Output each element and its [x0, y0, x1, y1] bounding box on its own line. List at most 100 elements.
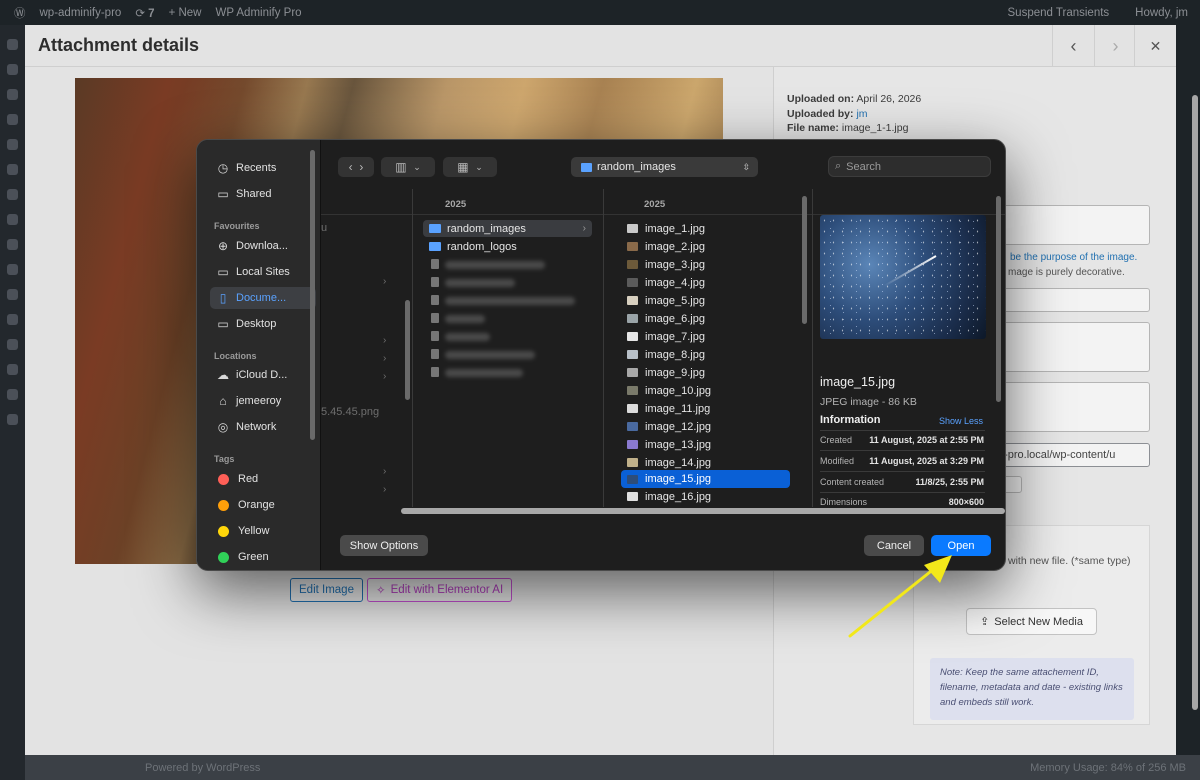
previous-attachment-button[interactable]: ‹: [1052, 25, 1094, 67]
alt-text-help-text: mage is purely decorative.: [1008, 267, 1125, 278]
suspend-transients-link[interactable]: Suspend Transients: [1008, 7, 1110, 19]
file-row[interactable]: image_1.jpg: [621, 220, 705, 237]
sidebar-item-downloads[interactable]: ⊕ Downloa...: [210, 235, 316, 257]
tag-yellow[interactable]: Yellow: [210, 520, 316, 542]
folder-icon: [429, 242, 441, 251]
image-thumbnail-icon: [627, 458, 638, 467]
file-row-selected[interactable]: image_15.jpg: [621, 470, 790, 488]
edit-image-button[interactable]: Edit Image: [290, 578, 363, 602]
plugin-menu-link[interactable]: WP Adminify Pro: [216, 7, 302, 19]
menu-icon[interactable]: [7, 214, 18, 225]
menu-icon[interactable]: [7, 389, 18, 400]
menu-icon[interactable]: [7, 64, 18, 75]
file-row[interactable]: image_13.jpg: [621, 436, 711, 453]
site-name-link[interactable]: wp-adminify-pro: [40, 7, 122, 19]
file-row[interactable]: image_5.jpg: [621, 292, 705, 309]
next-attachment-button[interactable]: ›: [1094, 25, 1136, 67]
open-button[interactable]: Open: [931, 535, 991, 556]
sidebar-item-documents[interactable]: ▯ Docume...: [210, 287, 316, 309]
chevron-down-icon: ⌄: [475, 161, 483, 172]
file-row[interactable]: image_7.jpg: [621, 328, 705, 345]
location-label: random_images: [597, 161, 676, 173]
location-popup[interactable]: random_images ⇳: [571, 157, 758, 177]
column-0-scrollbar[interactable]: [405, 300, 410, 400]
sidebar-item-network[interactable]: ◎ Network: [210, 416, 316, 438]
menu-icon[interactable]: [7, 139, 18, 150]
tag-orange[interactable]: Orange: [210, 494, 316, 516]
column-divider[interactable]: [603, 189, 604, 507]
file-row[interactable]: image_12.jpg: [621, 418, 711, 435]
columns-view-icon: ▥: [395, 160, 407, 174]
shared-folder-icon: ▭: [217, 187, 229, 201]
file-row[interactable]: image_16.jpg: [621, 488, 711, 505]
menu-icon[interactable]: [7, 239, 18, 250]
menu-icon[interactable]: [7, 414, 18, 425]
file-row[interactable]: image_14.jpg: [621, 454, 711, 471]
group-by-button[interactable]: ▦ ⌄: [443, 157, 497, 177]
search-field[interactable]: ⌕ Search: [828, 156, 991, 177]
file-row[interactable]: image_9.jpg: [621, 364, 705, 381]
file-row[interactable]: image_2.jpg: [621, 238, 705, 255]
menu-icon[interactable]: [7, 114, 18, 125]
edit-ai-label: Edit with Elementor AI: [390, 584, 504, 596]
sidebar-item-home[interactable]: ⌂ jemeeroy: [210, 390, 316, 412]
menu-icon[interactable]: [7, 189, 18, 200]
file-row[interactable]: image_3.jpg: [621, 256, 705, 273]
modal-header: Attachment details ‹ › ✕: [25, 25, 1176, 67]
menu-icon[interactable]: [7, 289, 18, 300]
alt-text-help-link[interactable]: be the purpose of the image.: [1010, 252, 1137, 263]
uploaded-by-link[interactable]: jm: [856, 108, 867, 120]
folder-row-random-logos[interactable]: random_logos: [423, 238, 592, 255]
column-2-scrollbar[interactable]: [802, 196, 807, 324]
menu-icon[interactable]: [7, 264, 18, 275]
menu-icon[interactable]: [7, 39, 18, 50]
details-scrollbar[interactable]: [1192, 95, 1198, 710]
file-name-value: image_1-1.jpg: [841, 122, 909, 134]
sidebar-item-desktop[interactable]: ▭ Desktop: [210, 313, 316, 335]
file-row[interactable]: image_8.jpg: [621, 346, 705, 363]
file-row[interactable]: image_4.jpg: [621, 274, 705, 291]
file-url-field[interactable]: nify-pro.local/wp-content/u: [982, 443, 1150, 467]
sidebar-scrollbar[interactable]: [310, 150, 315, 440]
preview-scrollbar[interactable]: [996, 196, 1001, 402]
back-forward-buttons[interactable]: ‹ ›: [338, 157, 374, 177]
sidebar-item-local-sites[interactable]: ▭ Local Sites: [210, 261, 316, 283]
cancel-button[interactable]: Cancel: [864, 535, 924, 556]
caption-field[interactable]: [982, 322, 1150, 372]
menu-icon[interactable]: [7, 164, 18, 175]
file-name: image_11.jpg: [645, 402, 711, 415]
show-less-link[interactable]: Show Less: [939, 416, 983, 426]
title-field[interactable]: [982, 288, 1150, 312]
alt-text-field[interactable]: [982, 205, 1150, 245]
tag-red[interactable]: Red: [210, 468, 316, 490]
horizontal-scrollbar[interactable]: [401, 508, 1005, 514]
file-row[interactable]: image_6.jpg: [621, 310, 705, 327]
wordpress-logo-icon[interactable]: Ⓦ: [14, 5, 26, 21]
menu-icon[interactable]: [7, 364, 18, 375]
view-mode-button[interactable]: ▥ ⌄: [381, 157, 435, 177]
column-divider[interactable]: [812, 189, 813, 507]
updates-link[interactable]: ⟳ 7: [135, 6, 154, 20]
blurred-file-name: [445, 279, 515, 287]
edit-with-elementor-ai-button[interactable]: ✧ Edit with Elementor AI: [367, 578, 513, 602]
folder-row-random-images[interactable]: random_images ›: [423, 220, 592, 237]
sidebar-item-icloud[interactable]: ☁ iCloud D...: [210, 364, 316, 386]
file-row[interactable]: image_10.jpg: [621, 382, 711, 399]
menu-icon[interactable]: [7, 89, 18, 100]
sidebar-item-shared[interactable]: ▭ Shared: [210, 183, 316, 205]
column-divider[interactable]: [412, 189, 413, 507]
howdy-user-link[interactable]: Howdy, jm: [1135, 7, 1188, 19]
file-row[interactable]: image_11.jpg: [621, 400, 710, 417]
tag-green[interactable]: Green: [210, 546, 316, 568]
description-field[interactable]: [982, 382, 1150, 432]
sidebar-item-recents[interactable]: ◷ Recents: [210, 157, 316, 179]
select-new-media-button[interactable]: ⇪ Select New Media: [966, 608, 1097, 635]
chevron-right-icon: ›: [383, 466, 387, 477]
new-content-link[interactable]: + New: [169, 7, 202, 19]
close-modal-button[interactable]: ✕: [1134, 25, 1176, 67]
tag-label: Yellow: [238, 525, 270, 537]
file-name: image_9.jpg: [645, 366, 705, 379]
show-options-button[interactable]: Show Options: [340, 535, 428, 556]
menu-icon[interactable]: [7, 314, 18, 325]
menu-icon[interactable]: [7, 339, 18, 350]
